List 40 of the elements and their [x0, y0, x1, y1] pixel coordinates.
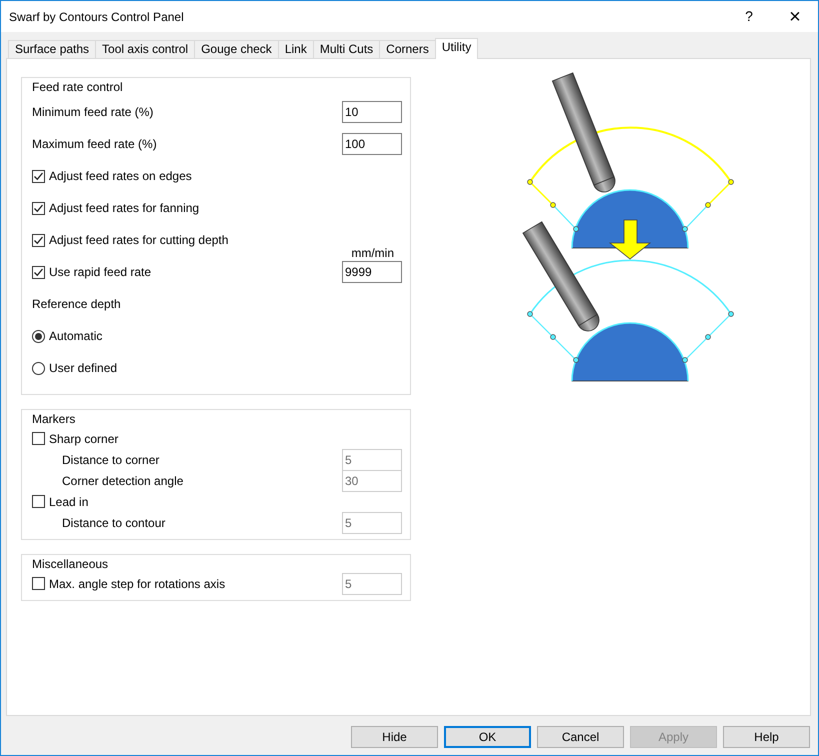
- close-button[interactable]: ×: [772, 2, 818, 32]
- radio-button[interactable]: [32, 330, 45, 342]
- checkbox-label: Adjust feed rates for cutting depth: [49, 232, 228, 249]
- help-button[interactable]: ?: [726, 6, 772, 27]
- radio-label: User defined: [49, 360, 118, 377]
- field-label: Maximum feed rate (%): [32, 136, 157, 153]
- dialog-button[interactable]: OK: [444, 726, 531, 748]
- tab[interactable]: Utility: [434, 38, 478, 59]
- checkbox[interactable]: [32, 495, 45, 508]
- checkbox-label: Adjust feed rates on edges: [49, 168, 192, 185]
- checkbox[interactable]: [32, 234, 45, 246]
- field-label: Distance to contour: [62, 514, 166, 532]
- input-field[interactable]: 100: [342, 133, 402, 155]
- checkbox-label: Use rapid feed rate: [49, 264, 152, 281]
- tab[interactable]: Gouge check: [194, 40, 279, 58]
- group-title: Markers: [30, 412, 78, 426]
- section-label: Reference depth: [32, 296, 121, 313]
- checkbox-label: Lead in: [49, 494, 88, 510]
- checkbox-label: Adjust feed rates for fanning: [49, 200, 200, 217]
- radio-button[interactable]: [32, 362, 45, 374]
- input-field[interactable]: 10: [342, 101, 402, 123]
- tab[interactable]: Surface paths: [8, 40, 96, 58]
- dialog-button[interactable]: Cancel: [537, 726, 624, 748]
- field-label: Corner detection angle: [62, 472, 184, 490]
- field-label: Distance to corner: [62, 452, 160, 468]
- group-title: Feed rate control: [30, 80, 125, 94]
- group-title: Miscellaneous: [30, 557, 110, 571]
- checkbox[interactable]: [32, 202, 45, 214]
- window-title: Swarf by Contours Control Panel: [9, 8, 185, 26]
- dialog-button[interactable]: Help: [723, 726, 810, 748]
- checkbox-label: Sharp corner: [49, 430, 118, 448]
- checkbox[interactable]: [32, 266, 45, 278]
- input-field[interactable]: 9999: [342, 261, 402, 283]
- checkbox[interactable]: [32, 170, 45, 182]
- field-label: Minimum feed rate (%): [32, 104, 154, 121]
- unit-label: mm/min: [351, 245, 394, 262]
- checkbox-label: Max. angle step for rotations axis: [49, 576, 226, 592]
- dialog-button[interactable]: Hide: [351, 726, 438, 748]
- radio-label: Automatic: [49, 328, 102, 345]
- checkbox[interactable]: [32, 432, 45, 445]
